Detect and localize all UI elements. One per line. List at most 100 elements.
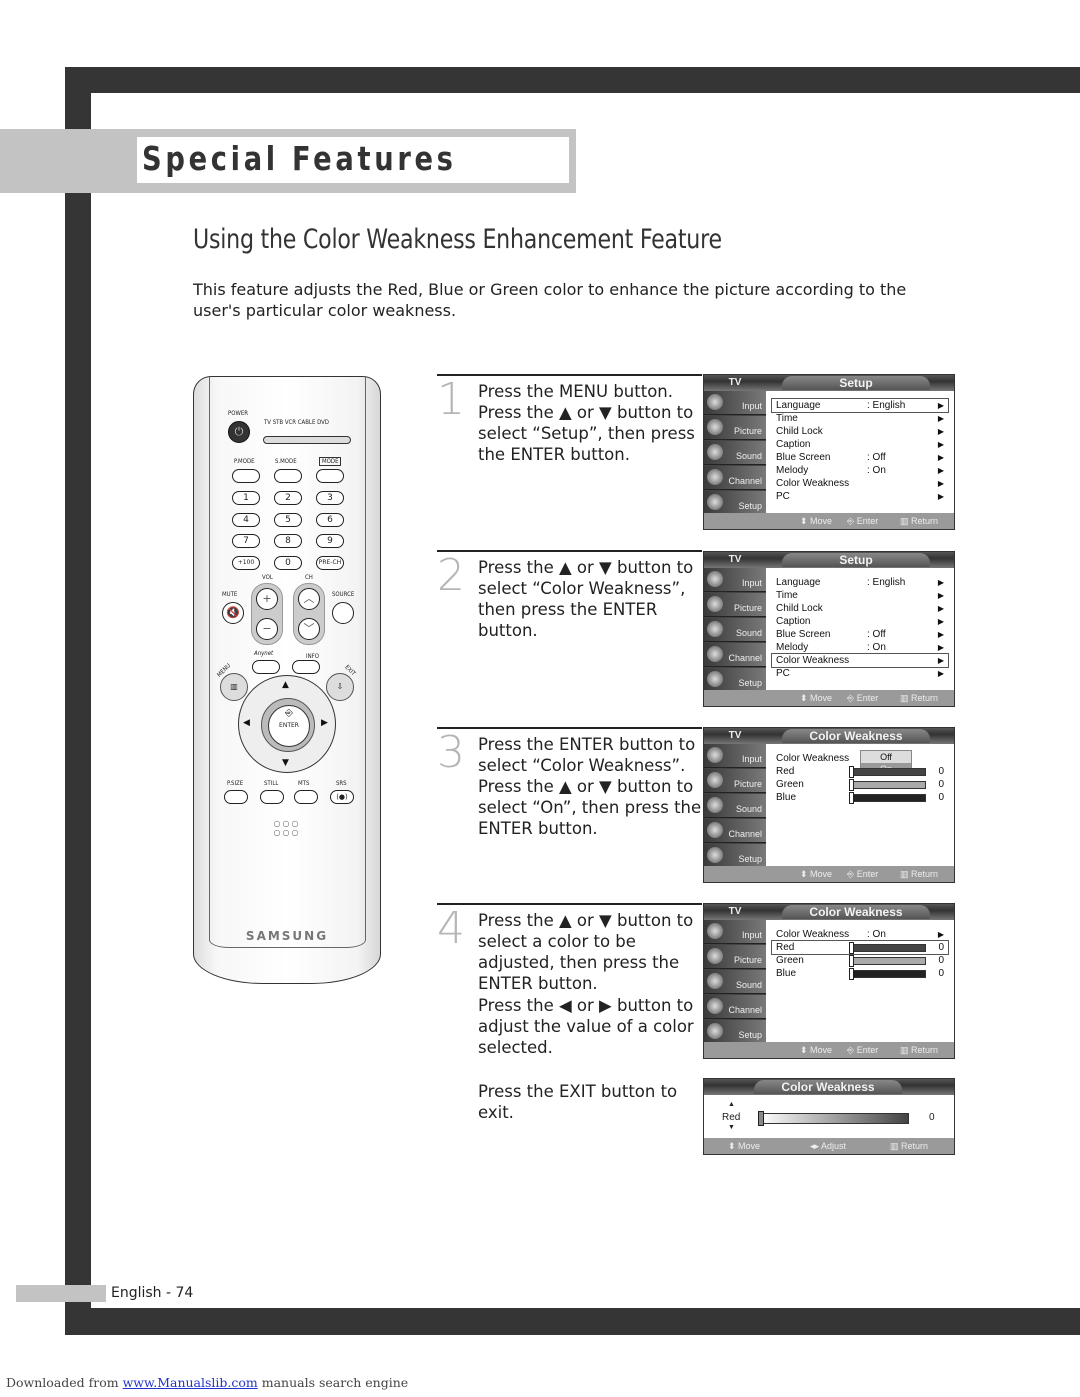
color-row-red[interactable]: Red 0 — [772, 765, 948, 778]
manualslib-link[interactable]: www.Manualslib.com — [123, 1375, 258, 1390]
osd-sidebar-item-input[interactable]: Input — [704, 568, 766, 592]
osd-sidebar-item-channel[interactable]: Channel — [704, 643, 766, 667]
color-slider-red[interactable] — [849, 942, 926, 954]
osd-title: Setup — [782, 553, 930, 567]
color-row-green[interactable]: Green 0 — [772, 778, 948, 791]
menu-item-caption[interactable]: Caption ▶ — [772, 615, 948, 628]
slider-handle[interactable] — [849, 968, 854, 980]
osd-sidebar-item-sound[interactable]: Sound — [704, 441, 766, 465]
enter-icon: ⎆ — [847, 693, 857, 703]
hint-adjust-label: Adjust — [821, 1141, 847, 1151]
osd-sidebar-item-picture[interactable]: Picture — [704, 593, 766, 617]
chevron-right-icon: ▶ — [937, 643, 944, 652]
osd-sidebar-item-picture[interactable]: Picture — [704, 945, 766, 969]
menu-item-label: Caption — [776, 616, 811, 627]
color-row-green[interactable]: Green 0 — [772, 954, 948, 967]
osd-sidebar-label: Channel — [728, 1005, 762, 1015]
menu-item-color-weakness[interactable]: Color Weakness: On ▶ — [772, 928, 948, 941]
osd-sidebar-label: Setup — [738, 678, 762, 688]
osd-color-weakness-dropdown: TV Color Weakness Input Picture Sound Channel… — [703, 727, 955, 883]
color-value: 0 — [938, 955, 944, 966]
osd-sidebar-item-sound[interactable]: Sound — [704, 618, 766, 642]
osd-sidebar-item-channel[interactable]: Channel — [704, 819, 766, 843]
osd-sidebar-item-sound[interactable]: Sound — [704, 794, 766, 818]
osd-sidebar-item-setup[interactable]: Setup — [704, 844, 766, 868]
speaker-holes: ○○○ ○○○ — [273, 819, 301, 837]
osd-sidebar-label: Picture — [733, 779, 762, 789]
slider-handle[interactable] — [849, 792, 854, 804]
color-row-red[interactable]: Red 0 — [771, 940, 949, 955]
color-slider-red[interactable] — [849, 766, 926, 778]
menu-item-pc[interactable]: PC ▶ — [772, 667, 948, 680]
menu-item-color-weakness[interactable]: Color Weakness ▶ — [771, 653, 949, 668]
hint-move: ⬍ Move — [800, 1042, 832, 1058]
channel-icon — [707, 469, 723, 485]
download-note: Downloaded from www.Manualslib.com manua… — [6, 1375, 408, 1390]
menu-item-child-lock[interactable]: Child Lock ▶ — [772, 602, 948, 615]
menu-item-pc[interactable]: PC ▶ — [772, 490, 948, 503]
ch-rocker: ︿ ﹀ — [293, 583, 325, 645]
osd-sidebar-item-setup[interactable]: Setup — [704, 491, 766, 515]
menu-item-caption[interactable]: Caption ▶ — [772, 438, 948, 451]
menu-item-language[interactable]: Language: English ▶ — [771, 398, 949, 413]
osd-setup-menu-2: TV Setup Input Picture Sound Channel Setup ⬍ Mo… — [703, 551, 955, 707]
osd-sidebar-item-picture[interactable]: Picture — [704, 416, 766, 440]
menu-item-child-lock[interactable]: Child Lock ▶ — [772, 425, 948, 438]
osd-sidebar-item-setup[interactable]: Setup — [704, 1020, 766, 1044]
osd-content: Color Weakness Red 0 Green 0 Blue 0 — [772, 752, 948, 804]
chevron-right-icon: ▶ — [937, 440, 944, 449]
slider-handle[interactable] — [849, 955, 854, 967]
color-slider-green[interactable] — [849, 779, 926, 791]
osd-sidebar-item-sound[interactable]: Sound — [704, 970, 766, 994]
menu-item-melody[interactable]: Melody: On ▶ — [772, 464, 948, 477]
menu-item-color-weakness[interactable]: Color Weakness — [772, 752, 948, 765]
menu-item-blue-screen[interactable]: Blue Screen: Off ▶ — [772, 628, 948, 641]
chevron-right-icon: ▶ — [937, 492, 944, 501]
menu-item-color-weakness[interactable]: Color Weakness ▶ — [772, 477, 948, 490]
osd-sidebar-item-input[interactable]: Input — [704, 920, 766, 944]
osd-sidebar: Input Picture Sound Channel Setup — [704, 391, 766, 515]
adjust-slider[interactable] — [758, 1111, 909, 1126]
osd-sidebar-item-picture[interactable]: Picture — [704, 769, 766, 793]
slider-handle[interactable] — [758, 1111, 764, 1126]
menu-item-language[interactable]: Language: English ▶ — [772, 576, 948, 589]
move-icon: ⬍ — [800, 516, 811, 526]
move-icon: ⬍ — [728, 1141, 739, 1151]
menu-item-time[interactable]: Time ▶ — [772, 589, 948, 602]
osd-sidebar-label: Setup — [738, 1030, 762, 1040]
slider-handle[interactable] — [849, 766, 854, 778]
info-label: INFO — [306, 653, 319, 660]
osd-content: Color Weakness: On ▶ Red 0 Green 0 Blue 0 — [771, 928, 949, 980]
color-value: 0 — [938, 779, 944, 790]
osd-sidebar-label: Sound — [735, 628, 762, 638]
slider-handle[interactable] — [849, 779, 854, 791]
color-slider-green[interactable] — [849, 955, 926, 967]
color-row-blue[interactable]: Blue 0 — [772, 791, 948, 804]
osd-sidebar-item-input[interactable]: Input — [704, 744, 766, 768]
menu-item-blue-screen[interactable]: Blue Screen: Off ▶ — [772, 451, 948, 464]
chevron-right-icon: ▶ — [937, 669, 944, 678]
return-icon: ▥ — [900, 869, 912, 879]
remote-control-illustration: POWER ⏻ TV STB VCR CABLE DVD P.MODE S.MO… — [193, 376, 381, 984]
picture-icon — [707, 948, 723, 964]
osd-sidebar-item-channel[interactable]: Channel — [704, 466, 766, 490]
menu-item-time[interactable]: Time ▶ — [772, 412, 948, 425]
sound-icon — [707, 621, 723, 637]
osd-sidebar-item-setup[interactable]: Setup — [704, 668, 766, 692]
menu-item-label: Language — [776, 400, 821, 411]
channel-icon — [707, 998, 723, 1014]
menu-item-melody[interactable]: Melody: On ▶ — [772, 641, 948, 654]
color-row-blue[interactable]: Blue 0 — [772, 967, 948, 980]
ch-label: CH — [305, 574, 313, 581]
hint-enter: ⎆ Enter — [847, 513, 878, 529]
color-slider-blue[interactable] — [849, 792, 926, 804]
hint-return-label: Return — [911, 869, 939, 879]
menu-item-value: : Off — [867, 452, 886, 463]
slider-handle[interactable] — [849, 942, 854, 954]
step-number: 4 — [437, 903, 465, 954]
hint-return: ▥ Return — [900, 513, 938, 529]
color-slider-blue[interactable] — [849, 968, 926, 980]
osd-sidebar-item-channel[interactable]: Channel — [704, 995, 766, 1019]
osd-sidebar-item-input[interactable]: Input — [704, 391, 766, 415]
osd-sidebar-label: Input — [741, 754, 762, 764]
